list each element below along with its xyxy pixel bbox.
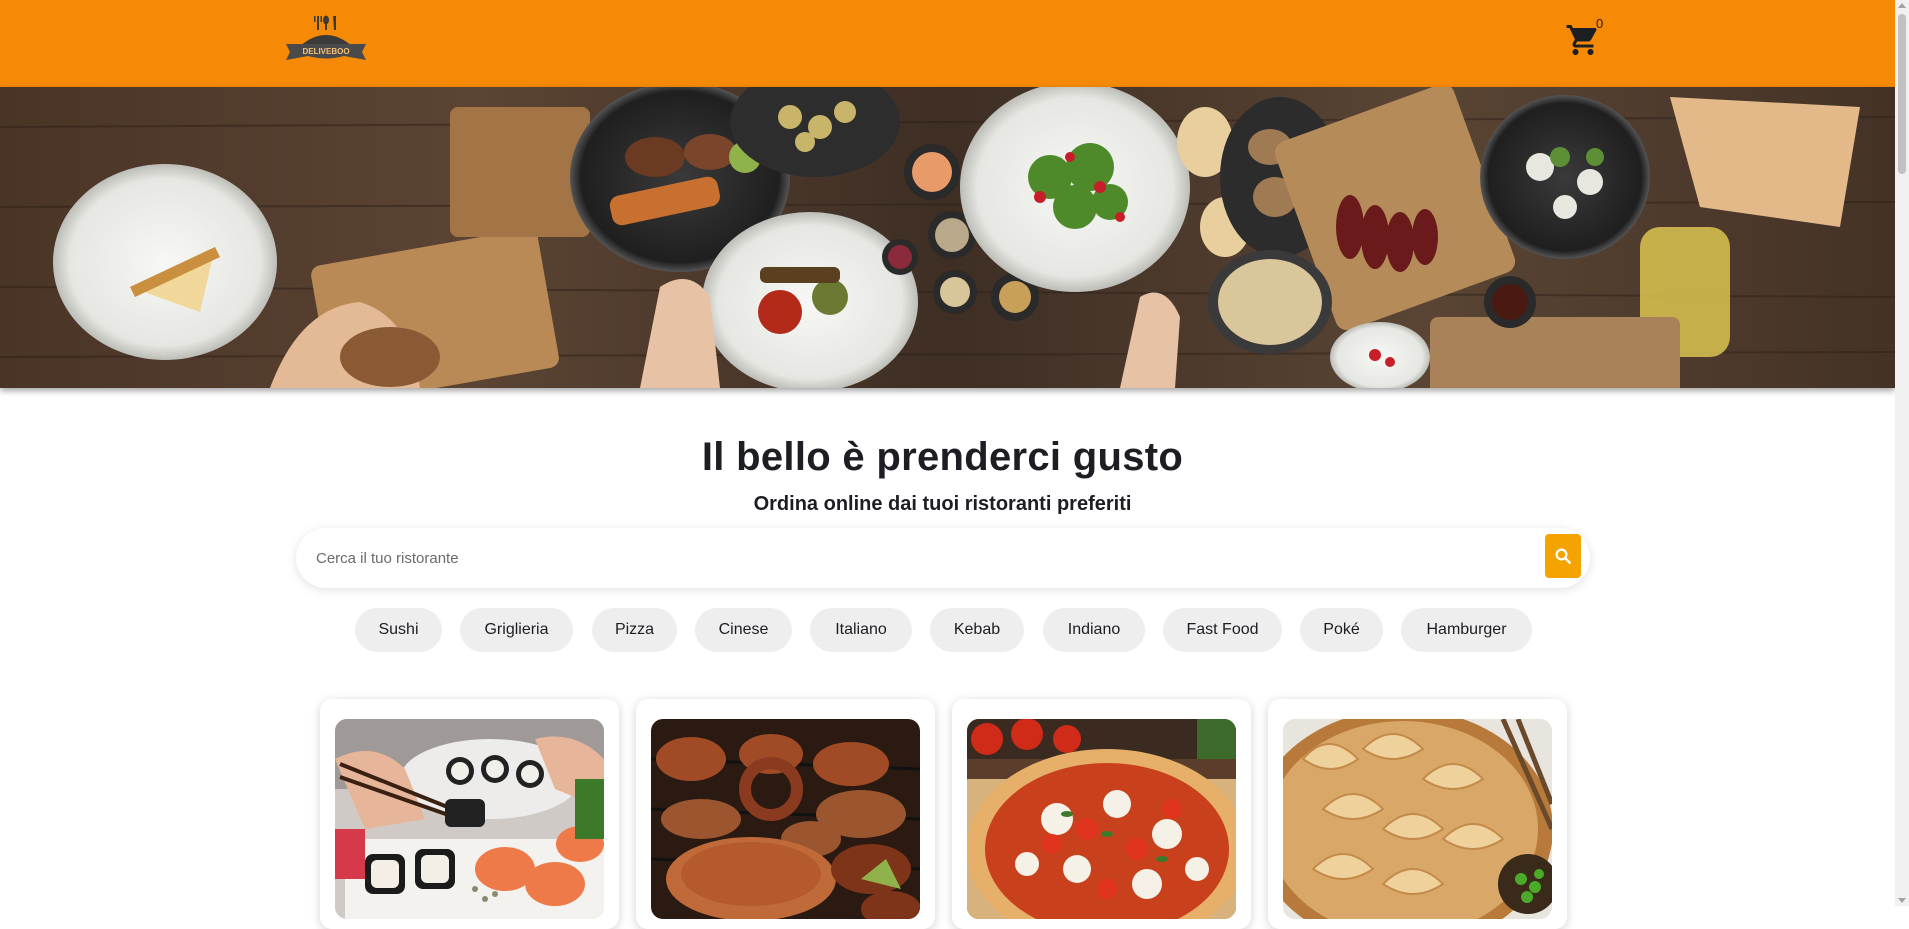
- page-scrollbar[interactable]: [1895, 0, 1909, 906]
- category-card-griglieria[interactable]: [636, 699, 935, 929]
- category-card-pizza[interactable]: [952, 699, 1251, 929]
- category-chip-cinese[interactable]: Cinese: [695, 608, 792, 652]
- category-chip-hamburger[interactable]: Hamburger: [1401, 608, 1532, 652]
- deliveboo-logo[interactable]: DELIVEBOO: [284, 14, 368, 62]
- category-chip-fast-food[interactable]: Fast Food: [1163, 608, 1282, 652]
- page-subtitle: Ordina online dai tuoi ristoranti prefer…: [753, 493, 1132, 515]
- svg-text:DELIVEBOO: DELIVEBOO: [302, 47, 349, 56]
- dumplings-image: [1283, 719, 1552, 919]
- hero-banner-image: [0, 87, 1895, 388]
- category-chip-sushi[interactable]: Sushi: [355, 608, 442, 652]
- scroll-down-arrow-icon[interactable]: [1898, 898, 1906, 903]
- category-filter-list: Sushi Griglieria Pizza Cinese Italiano K…: [0, 608, 1895, 652]
- scrollbar-thumb[interactable]: [1898, 14, 1906, 174]
- pizza-image: [967, 719, 1236, 919]
- category-chip-kebab[interactable]: Kebab: [930, 608, 1024, 652]
- cart-button[interactable]: 0: [1565, 16, 1609, 58]
- search-bar: [296, 528, 1590, 588]
- search-icon: [1555, 548, 1571, 564]
- category-chip-indiano[interactable]: Indiano: [1043, 608, 1145, 652]
- sushi-image: [335, 719, 604, 919]
- category-card-cinese[interactable]: [1268, 699, 1567, 929]
- category-chip-poke[interactable]: Poké: [1300, 608, 1383, 652]
- grill-image: [651, 719, 920, 919]
- cart-count-badge: 0: [1596, 16, 1604, 31]
- category-chip-pizza[interactable]: Pizza: [592, 608, 677, 652]
- category-chip-italiano[interactable]: Italiano: [810, 608, 912, 652]
- scroll-up-arrow-icon[interactable]: [1898, 3, 1906, 8]
- search-button[interactable]: [1545, 534, 1581, 578]
- page-title: Il bello è prenderci gusto: [701, 435, 1184, 479]
- category-chip-griglieria[interactable]: Griglieria: [460, 608, 573, 652]
- top-navbar: DELIVEBOO 0: [0, 0, 1895, 87]
- category-card-sushi[interactable]: [320, 699, 619, 929]
- search-input[interactable]: [314, 542, 1518, 574]
